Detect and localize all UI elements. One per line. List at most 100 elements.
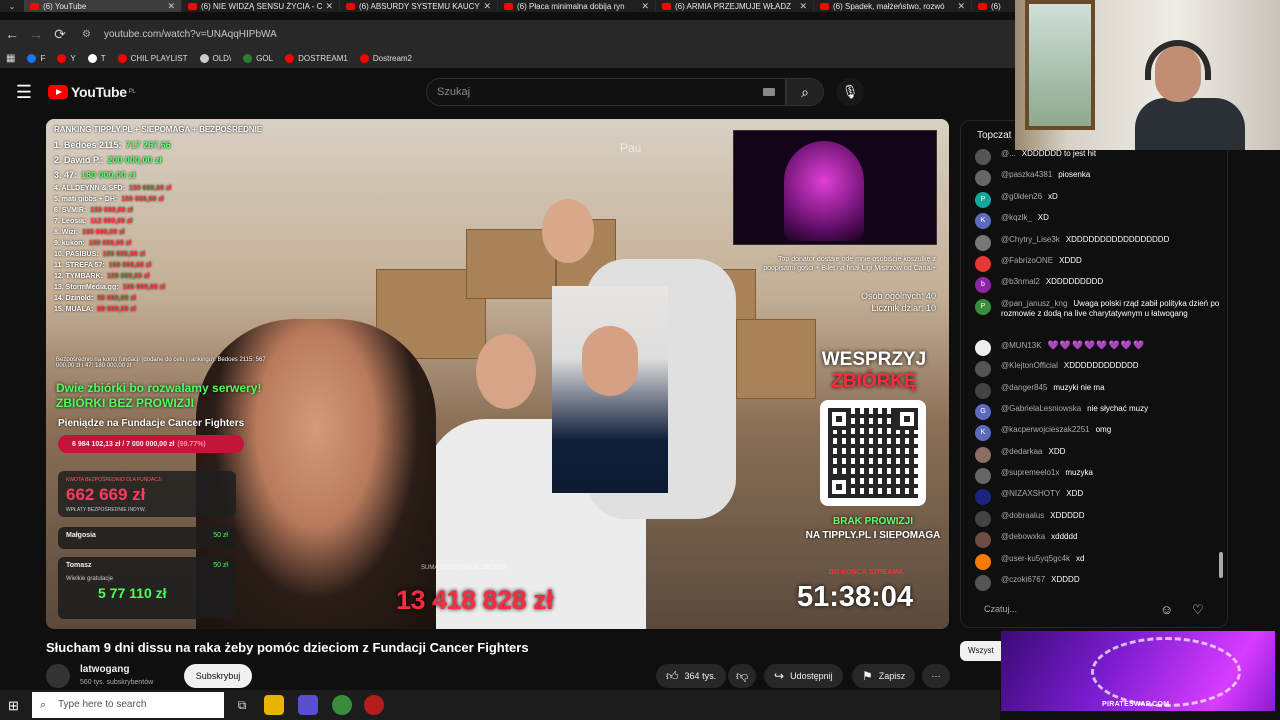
chat-author[interactable]: @paszka4381 bbox=[1001, 170, 1052, 179]
chat-author[interactable]: @kqzlk_ bbox=[1001, 213, 1032, 222]
chat-author[interactable]: @user-ku5yq5gc4k bbox=[1001, 554, 1070, 563]
bookmark-item[interactable]: F bbox=[27, 53, 45, 63]
chat-avatar[interactable]: b bbox=[975, 277, 991, 294]
reload-icon[interactable]: ⟳ bbox=[48, 26, 72, 43]
back-icon[interactable]: ← bbox=[0, 26, 24, 42]
chat-scrollbar[interactable] bbox=[1218, 152, 1224, 582]
bookmark-item[interactable]: OLD\ bbox=[199, 53, 231, 63]
browser-tab[interactable]: (6) NIE WIDZĄ SENSU ŻYCIA - C ✕ bbox=[182, 0, 340, 12]
chat-author[interactable]: @GabrielaLesniowska bbox=[1001, 404, 1081, 413]
chat-avatar[interactable] bbox=[975, 255, 991, 272]
chat-author[interactable]: @dobraalus bbox=[1001, 511, 1044, 520]
bookmark-item[interactable]: T bbox=[87, 53, 106, 63]
chat-message[interactable]: @dobraalus XDDDDD bbox=[975, 509, 1221, 530]
close-tab-icon[interactable]: ✕ bbox=[799, 1, 807, 12]
chrome-icon[interactable] bbox=[332, 695, 352, 715]
save-button[interactable]: ⚑ Zapisz bbox=[852, 664, 916, 688]
chat-avatar[interactable]: P bbox=[975, 191, 991, 208]
video-player[interactable]: RANKING TIPPLY.PL + SIEPOMAGA + BEZPOŚRE… bbox=[46, 119, 949, 629]
chat-message[interactable]: P @g0lden26 xD bbox=[975, 190, 1221, 211]
chat-avatar[interactable]: K bbox=[975, 213, 991, 230]
forward-icon[interactable]: → bbox=[24, 26, 48, 42]
share-button[interactable]: ↪ Udostępnij bbox=[764, 664, 843, 688]
bookmark-item[interactable]: DOSTREAM1 bbox=[285, 53, 348, 63]
chat-avatar[interactable] bbox=[975, 234, 991, 251]
search-button[interactable]: ⌕ bbox=[786, 78, 824, 106]
browser-tab[interactable]: (6) Płaca minimalna dobija ryn ✕ bbox=[498, 0, 656, 12]
chat-avatar[interactable] bbox=[975, 361, 991, 378]
task-view-icon[interactable]: ⧉ bbox=[232, 695, 252, 715]
chat-avatar[interactable]: P bbox=[975, 298, 991, 315]
url-field[interactable]: ⚙ youtube.com/watch?v=UNAqqHIPbWA bbox=[82, 22, 1015, 46]
chat-header[interactable]: Topczat bbox=[977, 130, 1011, 141]
bookmark-item[interactable]: CHIL PLAYLIST bbox=[117, 53, 188, 63]
chat-author[interactable]: @g0lden26 bbox=[1001, 192, 1042, 201]
chat-avatar[interactable] bbox=[975, 553, 991, 570]
channel-name[interactable]: latwogang bbox=[80, 664, 129, 675]
tab-search-icon[interactable]: ⌄ bbox=[0, 0, 24, 12]
subscribe-button[interactable]: Subskrybuj bbox=[184, 664, 252, 688]
bookmark-item[interactable]: GOL bbox=[243, 53, 273, 63]
close-tab-icon[interactable]: ✕ bbox=[483, 1, 491, 12]
chat-avatar[interactable] bbox=[975, 468, 991, 485]
chat-author[interactable]: @KlejtonOfficial bbox=[1001, 361, 1058, 370]
chat-message[interactable]: G @GabrielaLesniowska nie słychać muzy bbox=[975, 402, 1221, 423]
heart-icon[interactable]: ♡ bbox=[1192, 602, 1204, 618]
apps-icon[interactable]: ▦ bbox=[6, 53, 15, 64]
chat-author[interactable]: @b3nmal2 bbox=[1001, 277, 1040, 286]
chat-avatar[interactable] bbox=[975, 575, 991, 592]
chat-message[interactable]: @KlejtonOfficial XDDDDDDDDDDDD bbox=[975, 359, 1221, 380]
chat-message[interactable]: @MUN13K 💜💜💜💜💜💜💜💜 bbox=[975, 338, 1221, 359]
chat-author[interactable]: @dedarkaa bbox=[1001, 447, 1042, 456]
chat-message[interactable]: @Chytry_Lise3k XDDDDDDDDDDDDDDDDD bbox=[975, 233, 1221, 254]
chat-message[interactable]: @czoki6767 XDDDD bbox=[975, 573, 1221, 594]
browser-tab[interactable]: (6) ARMIA PRZEJMUJE WŁADZ ✕ bbox=[656, 0, 814, 12]
taskbar-search-input[interactable]: ⌕ Type here to search bbox=[32, 692, 224, 718]
chat-avatar[interactable] bbox=[975, 170, 991, 187]
chat-message[interactable]: @FabrizoONE XDDD bbox=[975, 254, 1221, 275]
app-icon[interactable] bbox=[364, 695, 384, 715]
chat-author[interactable]: @kacperwojcieszak2251 bbox=[1001, 425, 1090, 434]
chat-author[interactable]: @Chytry_Lise3k bbox=[1001, 235, 1060, 244]
chat-message[interactable]: P @pan_janusz_kng Uwaga polski rząd zabił … bbox=[975, 297, 1221, 338]
close-tab-icon[interactable]: ✕ bbox=[641, 1, 649, 12]
menu-icon[interactable]: ☰ bbox=[0, 82, 48, 103]
chat-input[interactable]: Czatuj... bbox=[974, 598, 1158, 620]
browser-tab[interactable]: (6) ABSURDY SYSTEMU KAUCY ✕ bbox=[340, 0, 498, 12]
chat-author[interactable]: @supremeelo1x bbox=[1001, 468, 1059, 477]
channel-avatar[interactable] bbox=[46, 664, 70, 688]
chat-avatar[interactable] bbox=[975, 446, 991, 463]
site-info-icon[interactable]: ⚙ bbox=[82, 29, 96, 40]
chat-author[interactable]: @debowxka bbox=[1001, 532, 1045, 541]
file-explorer-icon[interactable] bbox=[264, 695, 284, 715]
bookmark-item[interactable]: Dostream2 bbox=[359, 53, 412, 63]
chat-author[interactable]: @pan_janusz_kng bbox=[1001, 299, 1067, 308]
more-actions-button[interactable]: ⋯ bbox=[922, 664, 950, 688]
browser-tab[interactable]: (6) YouTube ✕ bbox=[24, 0, 182, 12]
chat-avatar[interactable] bbox=[975, 382, 991, 399]
chat-avatar[interactable]: G bbox=[975, 403, 991, 420]
chat-message[interactable]: @paszka4381 piosenka bbox=[975, 168, 1221, 189]
chat-avatar[interactable] bbox=[975, 149, 991, 165]
chat-message[interactable]: @danger845 muzyki nie ma bbox=[975, 381, 1221, 402]
like-button[interactable]: 👍︎ 364 tys. bbox=[656, 664, 727, 688]
chat-author[interactable]: @NIZAXSHOTY bbox=[1001, 489, 1060, 498]
chat-message[interactable]: K @kacperwojcieszak2251 omg bbox=[975, 423, 1221, 444]
chat-message[interactable]: @debowxka xddddd bbox=[975, 530, 1221, 551]
youtube-logo[interactable]: YouTube PL bbox=[48, 84, 136, 100]
chat-message[interactable]: @supremeelo1x muzyka bbox=[975, 466, 1221, 487]
chat-author[interactable]: @danger845 bbox=[1001, 383, 1047, 392]
dislike-button[interactable]: 👎︎ bbox=[728, 664, 757, 688]
browser-tab[interactable]: (6) Spadek, małżeństwo, rozwó ✕ bbox=[814, 0, 972, 12]
chat-avatar[interactable]: K bbox=[975, 425, 991, 442]
chat-avatar[interactable] bbox=[975, 510, 991, 527]
app-icon[interactable] bbox=[298, 695, 318, 715]
chat-avatar[interactable] bbox=[975, 339, 991, 356]
chat-message[interactable]: K @kqzlk_ XD bbox=[975, 211, 1221, 232]
chat-message[interactable]: @NIZAXSHOTY XDD bbox=[975, 487, 1221, 508]
chat-message[interactable]: @user-ku5yq5gc4k xd bbox=[975, 552, 1221, 573]
voice-search-button[interactable]: 🎙 bbox=[836, 78, 864, 106]
close-tab-icon[interactable]: ✕ bbox=[957, 1, 965, 12]
windows-start-icon[interactable]: ⊞ bbox=[8, 698, 19, 714]
chat-avatar[interactable] bbox=[975, 532, 991, 549]
